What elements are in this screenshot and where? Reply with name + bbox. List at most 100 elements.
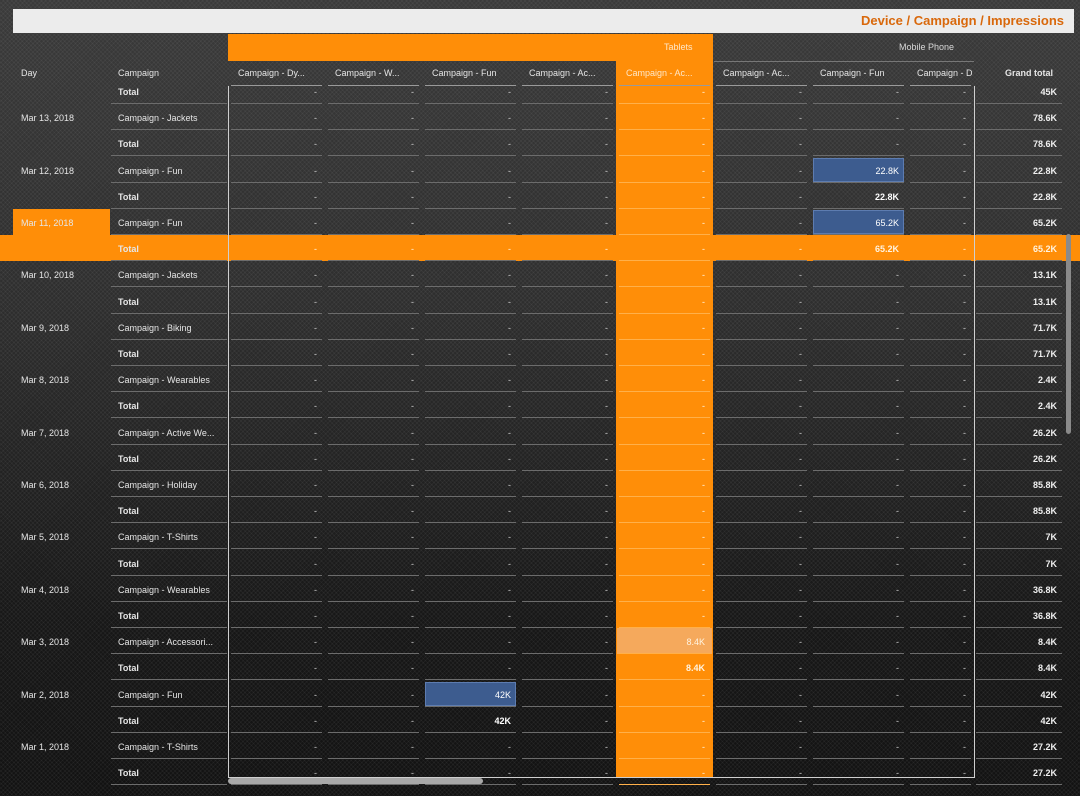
value-cell[interactable]: - bbox=[876, 113, 966, 123]
value-cell[interactable]: - bbox=[324, 532, 414, 542]
value-cell[interactable]: - bbox=[876, 559, 966, 569]
value-cell[interactable]: - bbox=[227, 349, 317, 359]
value-cell[interactable]: - bbox=[324, 139, 414, 149]
value-cell[interactable]: - bbox=[421, 742, 511, 752]
grand-total-cell[interactable]: 85.8K bbox=[1001, 480, 1057, 490]
value-cell[interactable]: - bbox=[876, 166, 966, 176]
value-cell[interactable]: 42K bbox=[421, 716, 511, 726]
value-cell[interactable]: - bbox=[421, 297, 511, 307]
value-cell[interactable]: - bbox=[518, 742, 608, 752]
value-cell[interactable]: - bbox=[615, 87, 705, 97]
value-cell[interactable]: - bbox=[518, 218, 608, 228]
value-cell[interactable]: - bbox=[712, 663, 802, 673]
table-row-total[interactable]: Total - - - - - - - -45K bbox=[0, 78, 1080, 104]
value-cell[interactable]: - bbox=[712, 532, 802, 542]
value-cell[interactable]: - bbox=[518, 375, 608, 385]
value-cell[interactable]: - bbox=[518, 532, 608, 542]
table-row[interactable]: Mar 9, 2018 Campaign - Biking - - - - - - - -71.7… bbox=[0, 314, 1080, 340]
value-cell[interactable]: - bbox=[615, 454, 705, 464]
value-cell[interactable]: - bbox=[615, 532, 705, 542]
table-row-total[interactable]: Total - - - - - -22.8K -22.8K bbox=[0, 183, 1080, 209]
table-row-total[interactable]: Total - - - - - -65.2K -65.2K bbox=[0, 235, 1080, 261]
value-cell[interactable]: - bbox=[876, 611, 966, 621]
value-cell[interactable]: - bbox=[876, 401, 966, 411]
value-cell[interactable]: - bbox=[227, 270, 317, 280]
value-cell[interactable]: - bbox=[421, 428, 511, 438]
value-cell[interactable]: - bbox=[876, 349, 966, 359]
grand-total-cell[interactable]: 71.7K bbox=[1001, 349, 1057, 359]
table-row[interactable]: Mar 2, 2018 Campaign - Fun - -42K - - - - -42K bbox=[0, 681, 1080, 707]
value-cell[interactable]: - bbox=[518, 690, 608, 700]
value-cell[interactable]: - bbox=[324, 375, 414, 385]
vertical-scrollbar[interactable] bbox=[1066, 234, 1071, 434]
header-day[interactable]: Day bbox=[21, 68, 37, 78]
table-row[interactable]: Mar 12, 2018 Campaign - Fun - - - - - -22.8K -22… bbox=[0, 157, 1080, 183]
value-cell[interactable]: - bbox=[712, 113, 802, 123]
table-row[interactable]: Mar 5, 2018 Campaign - T-Shirts - - - - - - - -7K bbox=[0, 523, 1080, 549]
value-cell[interactable]: - bbox=[421, 375, 511, 385]
value-cell[interactable]: - bbox=[876, 87, 966, 97]
grand-total-cell[interactable]: 36.8K bbox=[1001, 585, 1057, 595]
value-cell[interactable]: - bbox=[876, 454, 966, 464]
value-cell[interactable]: - bbox=[421, 559, 511, 569]
value-cell[interactable]: - bbox=[421, 480, 511, 490]
value-cell[interactable]: - bbox=[227, 742, 317, 752]
value-cell[interactable]: - bbox=[712, 585, 802, 595]
value-cell[interactable]: - bbox=[518, 585, 608, 595]
value-cell[interactable]: - bbox=[421, 611, 511, 621]
grand-total-cell[interactable]: 78.6K bbox=[1001, 139, 1057, 149]
table-row-total[interactable]: Total - - - - - - - -2.4K bbox=[0, 392, 1080, 418]
value-cell[interactable]: - bbox=[615, 113, 705, 123]
value-cell[interactable]: - bbox=[876, 297, 966, 307]
value-cell[interactable]: 42K bbox=[421, 690, 511, 700]
value-cell[interactable]: - bbox=[876, 716, 966, 726]
value-cell[interactable]: - bbox=[876, 532, 966, 542]
value-cell[interactable]: - bbox=[227, 323, 317, 333]
grand-total-cell[interactable]: 2.4K bbox=[1001, 401, 1057, 411]
value-cell[interactable]: - bbox=[324, 480, 414, 490]
table-row[interactable]: Mar 3, 2018 Campaign - Accessori... - - - -8.… bbox=[0, 628, 1080, 654]
value-cell[interactable]: - bbox=[712, 244, 802, 254]
value-cell[interactable]: - bbox=[324, 323, 414, 333]
value-cell[interactable]: - bbox=[324, 716, 414, 726]
value-cell[interactable]: - bbox=[712, 139, 802, 149]
value-cell[interactable]: - bbox=[227, 428, 317, 438]
value-cell[interactable]: - bbox=[518, 349, 608, 359]
value-cell[interactable]: - bbox=[615, 192, 705, 202]
value-cell[interactable]: - bbox=[876, 270, 966, 280]
grand-total-cell[interactable]: 7K bbox=[1001, 559, 1057, 569]
value-cell[interactable]: - bbox=[876, 637, 966, 647]
value-cell[interactable]: - bbox=[421, 349, 511, 359]
value-cell[interactable]: - bbox=[324, 297, 414, 307]
value-cell[interactable]: - bbox=[615, 297, 705, 307]
value-cell[interactable]: - bbox=[712, 690, 802, 700]
value-cell[interactable]: - bbox=[518, 716, 608, 726]
value-cell[interactable]: - bbox=[227, 480, 317, 490]
value-cell[interactable]: - bbox=[324, 506, 414, 516]
value-cell[interactable]: - bbox=[421, 139, 511, 149]
device-header-tablets[interactable] bbox=[228, 34, 713, 61]
value-cell[interactable]: - bbox=[712, 87, 802, 97]
value-cell[interactable]: - bbox=[518, 637, 608, 647]
value-cell[interactable]: - bbox=[324, 454, 414, 464]
value-cell[interactable]: - bbox=[227, 716, 317, 726]
value-cell[interactable]: - bbox=[227, 87, 317, 97]
table-row-total[interactable]: Total - - - -8.4K - - -8.4K bbox=[0, 654, 1080, 680]
grand-total-cell[interactable]: 27.2K bbox=[1001, 742, 1057, 752]
value-cell[interactable]: - bbox=[518, 428, 608, 438]
grand-total-cell[interactable]: 26.2K bbox=[1001, 428, 1057, 438]
value-cell[interactable]: - bbox=[421, 532, 511, 542]
value-cell[interactable]: - bbox=[227, 166, 317, 176]
table-row[interactable]: Mar 8, 2018 Campaign - Wearables - - - - - - - -2… bbox=[0, 366, 1080, 392]
value-cell[interactable]: - bbox=[227, 244, 317, 254]
value-cell[interactable]: - bbox=[227, 506, 317, 516]
value-cell[interactable]: - bbox=[712, 716, 802, 726]
value-cell[interactable]: - bbox=[421, 270, 511, 280]
grand-total-cell[interactable]: 65.2K bbox=[1001, 218, 1057, 228]
grand-total-cell[interactable]: 8.4K bbox=[1001, 663, 1057, 673]
horizontal-scrollbar[interactable] bbox=[228, 778, 483, 784]
value-cell[interactable]: - bbox=[876, 690, 966, 700]
value-cell[interactable]: - bbox=[421, 87, 511, 97]
value-cell[interactable]: - bbox=[712, 742, 802, 752]
value-cell[interactable]: - bbox=[421, 401, 511, 411]
